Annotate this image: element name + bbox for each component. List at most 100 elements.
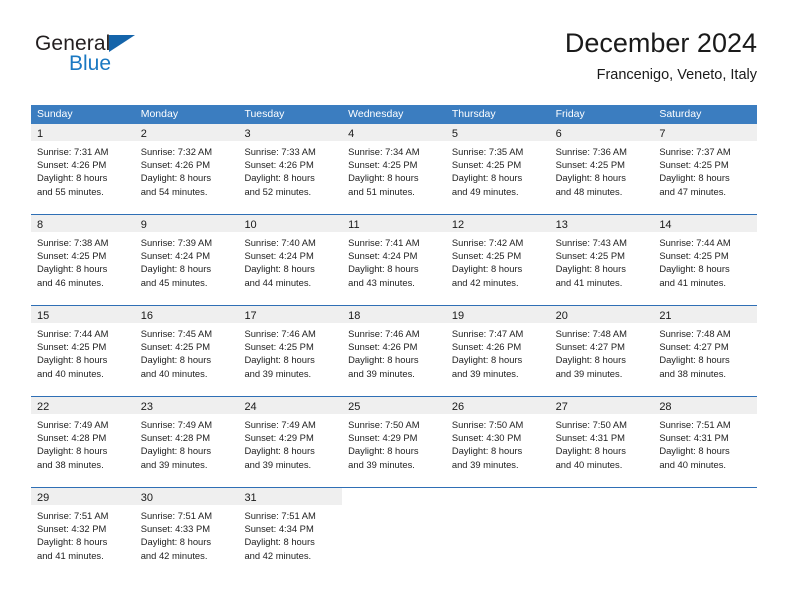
day-details: Sunrise: 7:32 AM Sunset: 4:26 PM Daylight:…	[135, 141, 239, 198]
daylight-text-line1: Daylight: 8 hours	[451, 445, 523, 457]
daylight-text-line1: Daylight: 8 hours	[451, 354, 523, 366]
daylight-text-line2: and 45 minutes.	[140, 276, 208, 288]
sunrise-text: Sunrise: 7:37 AM	[659, 146, 731, 157]
day-details: Sunrise: 7:36 AM Sunset: 4:25 PM Daylight:…	[550, 141, 654, 198]
calendar-day-cell[interactable]: 13 Sunrise: 7:43 AM Sunset: 4:25 PM Dayligh…	[549, 215, 654, 305]
calendar-day-cell[interactable]: 24 Sunrise: 7:49 AM Sunset: 4:29 PM Dayligh…	[238, 397, 343, 487]
daylight-text-line2: and 42 minutes.	[140, 549, 208, 561]
sunrise-text: Sunrise: 7:48 AM	[555, 328, 627, 339]
daylight-text-line1: Daylight: 8 hours	[451, 172, 523, 184]
day-number: 16	[140, 310, 153, 322]
daylight-text-line2: and 40 minutes.	[140, 367, 208, 379]
sunrise-text: Sunrise: 7:51 AM	[244, 510, 316, 521]
day-number: 5	[451, 128, 458, 140]
calendar-day-cell[interactable]: 4 Sunrise: 7:34 AM Sunset: 4:25 PM Daylight…	[342, 124, 446, 214]
daylight-text-line1: Daylight: 8 hours	[37, 445, 108, 457]
day-number-band: 30	[134, 488, 239, 505]
logo-triangle-icon	[109, 35, 135, 52]
calendar-day-cell[interactable]: 14 Sunrise: 7:44 AM Sunset: 4:25 PM Dayligh…	[653, 215, 758, 305]
day-details: Sunrise: 7:48 AM Sunset: 4:27 PM Daylight:…	[550, 323, 654, 380]
calendar-day-cell[interactable]: 17 Sunrise: 7:46 AM Sunset: 4:25 PM Dayligh…	[238, 306, 343, 396]
sunset-text: Sunset: 4:26 PM	[348, 341, 418, 353]
calendar-day-cell[interactable]: 11 Sunrise: 7:41 AM Sunset: 4:24 PM Dayligh…	[342, 215, 446, 305]
day-number-band: 19	[445, 306, 550, 323]
day-number-band: 25	[342, 397, 446, 414]
calendar-day-cell[interactable]: 23 Sunrise: 7:49 AM Sunset: 4:28 PM Dayligh…	[134, 397, 239, 487]
calendar-day-cell[interactable]: 9 Sunrise: 7:39 AM Sunset: 4:24 PM Daylight…	[134, 215, 239, 305]
sunset-text: Sunset: 4:30 PM	[451, 432, 522, 444]
calendar-day-cell[interactable]: 30 Sunrise: 7:51 AM Sunset: 4:33 PM Dayligh…	[134, 488, 239, 578]
sunset-text: Sunset: 4:27 PM	[555, 341, 625, 353]
daylight-text-line1: Daylight: 8 hours	[244, 263, 315, 275]
calendar-day-cell[interactable]: 29 Sunrise: 7:51 AM Sunset: 4:32 PM Dayligh…	[31, 488, 135, 578]
daylight-text-line1: Daylight: 8 hours	[140, 536, 212, 548]
day-number: 17	[244, 310, 257, 322]
calendar-day-cell[interactable]: 28 Sunrise: 7:51 AM Sunset: 4:31 PM Dayligh…	[653, 397, 758, 487]
calendar-day-cell[interactable]: 27 Sunrise: 7:50 AM Sunset: 4:31 PM Dayligh…	[549, 397, 654, 487]
calendar-body: 1 Sunrise: 7:31 AM Sunset: 4:26 PM Daylight…	[31, 124, 758, 578]
calendar-day-cell[interactable]: 31 Sunrise: 7:51 AM Sunset: 4:34 PM Dayligh…	[238, 488, 343, 578]
calendar-day-cell[interactable]: 20 Sunrise: 7:48 AM Sunset: 4:27 PM Dayligh…	[549, 306, 654, 396]
calendar-day-cell[interactable]: 25 Sunrise: 7:50 AM Sunset: 4:29 PM Dayligh…	[342, 397, 446, 487]
daylight-text-line2: and 39 minutes.	[244, 367, 312, 379]
calendar-day-cell[interactable]: 3 Sunrise: 7:33 AM Sunset: 4:26 PM Daylight…	[238, 124, 343, 214]
sunset-text: Sunset: 4:24 PM	[348, 250, 418, 262]
daylight-text-line1: Daylight: 8 hours	[140, 445, 212, 457]
calendar-day-cell[interactable]: 10 Sunrise: 7:40 AM Sunset: 4:24 PM Dayligh…	[238, 215, 343, 305]
calendar-day-cell[interactable]: 8 Sunrise: 7:38 AM Sunset: 4:25 PM Daylight…	[31, 215, 135, 305]
calendar-day-cell[interactable]: 12 Sunrise: 7:42 AM Sunset: 4:25 PM Dayligh…	[445, 215, 550, 305]
calendar-day-cell[interactable]: 6 Sunrise: 7:36 AM Sunset: 4:25 PM Daylight…	[549, 124, 654, 214]
calendar-day-cell[interactable]: 18 Sunrise: 7:46 AM Sunset: 4:26 PM Dayligh…	[342, 306, 446, 396]
sunset-text: Sunset: 4:28 PM	[37, 432, 107, 444]
day-number: 20	[555, 310, 568, 322]
daylight-text-line2: and 39 minutes.	[451, 367, 519, 379]
sunset-text: Sunset: 4:24 PM	[140, 250, 211, 262]
calendar-day-cell[interactable]: 1 Sunrise: 7:31 AM Sunset: 4:26 PM Daylight…	[31, 124, 135, 214]
day-details: Sunrise: 7:39 AM Sunset: 4:24 PM Daylight:…	[135, 232, 239, 289]
calendar-week-row: 8 Sunrise: 7:38 AM Sunset: 4:25 PM Daylight…	[31, 214, 758, 305]
daylight-text-line2: and 41 minutes.	[555, 276, 623, 288]
daylight-text-line2: and 54 minutes.	[140, 185, 208, 197]
calendar-day-cell[interactable]: 16 Sunrise: 7:45 AM Sunset: 4:25 PM Dayligh…	[134, 306, 239, 396]
calendar-day-cell-empty	[342, 488, 446, 578]
daylight-text-line2: and 51 minutes.	[348, 185, 415, 197]
day-details: Sunrise: 7:50 AM Sunset: 4:31 PM Daylight:…	[550, 414, 654, 471]
sunset-text: Sunset: 4:32 PM	[37, 523, 107, 535]
sunset-text: Sunset: 4:25 PM	[140, 341, 211, 353]
daylight-text-line1: Daylight: 8 hours	[659, 445, 730, 457]
day-details: Sunrise: 7:43 AM Sunset: 4:25 PM Daylight:…	[550, 232, 654, 289]
calendar-day-cell[interactable]: 5 Sunrise: 7:35 AM Sunset: 4:25 PM Daylight…	[445, 124, 550, 214]
logo-text-blue: Blue	[69, 52, 112, 75]
day-number-band: 31	[238, 488, 343, 505]
sunrise-text: Sunrise: 7:35 AM	[451, 146, 524, 157]
day-number: 10	[244, 219, 257, 231]
calendar-day-cell[interactable]: 7 Sunrise: 7:37 AM Sunset: 4:25 PM Daylight…	[653, 124, 758, 214]
calendar-day-cell[interactable]: 15 Sunrise: 7:44 AM Sunset: 4:25 PM Dayligh…	[31, 306, 135, 396]
day-number: 11	[348, 219, 360, 231]
sunrise-text: Sunrise: 7:44 AM	[37, 328, 109, 339]
day-number: 26	[451, 401, 465, 413]
sunset-text: Sunset: 4:25 PM	[37, 341, 107, 353]
daylight-text-line1: Daylight: 8 hours	[555, 354, 626, 366]
calendar-day-cell[interactable]: 19 Sunrise: 7:47 AM Sunset: 4:26 PM Dayligh…	[445, 306, 550, 396]
sunrise-text: Sunrise: 7:50 AM	[555, 419, 627, 430]
day-details: Sunrise: 7:38 AM Sunset: 4:25 PM Daylight:…	[31, 232, 135, 289]
calendar-day-cell[interactable]: 2 Sunrise: 7:32 AM Sunset: 4:26 PM Daylight…	[134, 124, 239, 214]
daylight-text-line1: Daylight: 8 hours	[37, 536, 108, 548]
day-number-band: 13	[549, 215, 654, 232]
daylight-text-line1: Daylight: 8 hours	[555, 263, 626, 275]
calendar-day-cell[interactable]: 22 Sunrise: 7:49 AM Sunset: 4:28 PM Dayligh…	[31, 397, 135, 487]
day-number-band: 14	[653, 215, 758, 232]
calendar-day-cell[interactable]: 21 Sunrise: 7:48 AM Sunset: 4:27 PM Dayligh…	[653, 306, 758, 396]
sunrise-text: Sunrise: 7:42 AM	[451, 237, 524, 248]
daylight-text-line1: Daylight: 8 hours	[348, 172, 419, 184]
daylight-text-line1: Daylight: 8 hours	[348, 354, 419, 366]
daylight-text-line1: Daylight: 8 hours	[451, 263, 523, 275]
sunset-text: Sunset: 4:27 PM	[659, 341, 729, 353]
day-number-band: 7	[653, 124, 758, 141]
calendar-week-row: 1 Sunrise: 7:31 AM Sunset: 4:26 PM Daylight…	[31, 124, 758, 214]
calendar-day-cell[interactable]: 26 Sunrise: 7:50 AM Sunset: 4:30 PM Dayligh…	[445, 397, 550, 487]
weekday-header-friday: Friday	[555, 108, 585, 120]
general-blue-logo[interactable]: General Blue	[35, 32, 235, 88]
day-number: 24	[244, 401, 257, 413]
